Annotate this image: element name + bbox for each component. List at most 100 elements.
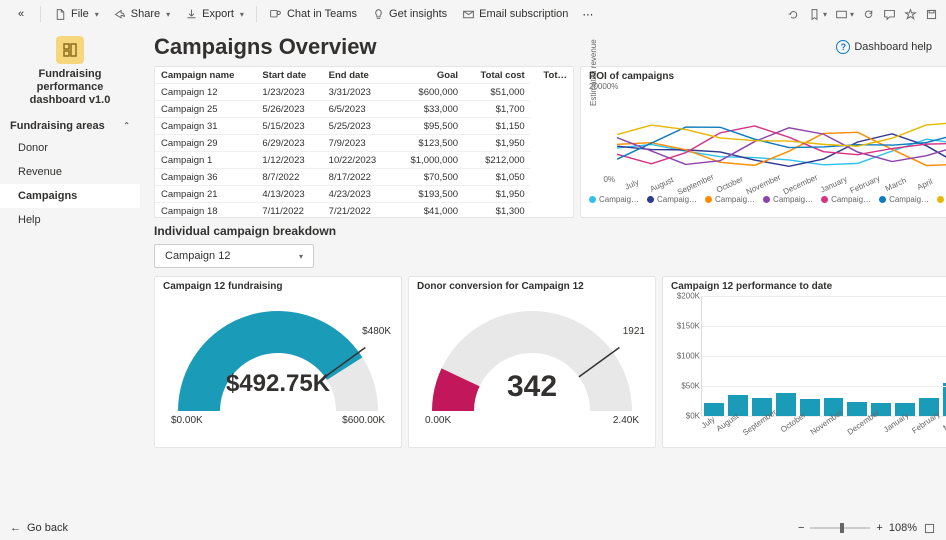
bar-ytick: $150K: [672, 322, 700, 331]
roi-ytick: 0%: [589, 175, 615, 184]
gauge1-max: $600.00K: [342, 415, 385, 426]
bar-ytick: $200K: [672, 292, 700, 301]
table-row[interactable]: Campaign 11/12/202310/22/2023$1,000,000$…: [155, 152, 573, 169]
share-label: Share: [131, 8, 160, 20]
table-row[interactable]: Campaign 214/13/20234/23/2023$193,500$1,…: [155, 186, 573, 203]
table-row[interactable]: Campaign 315/15/20235/25/2023$95,500$1,1…: [155, 118, 573, 135]
bulb-icon: [371, 7, 385, 21]
help-icon: ?: [836, 40, 850, 54]
campaigns-table-card: Campaign nameStart dateEnd dateGoalTotal…: [154, 66, 574, 218]
email-subscription-button[interactable]: Email subscription: [455, 4, 574, 24]
mail-icon: [461, 7, 475, 21]
campaign-select[interactable]: Campaign 12 ▾: [154, 244, 314, 268]
bookmark-icon: [808, 8, 821, 21]
arrow-left-icon: ←: [10, 522, 21, 534]
campaigns-table[interactable]: Campaign nameStart dateEnd dateGoalTotal…: [155, 67, 573, 218]
share-icon: [113, 7, 127, 21]
chevron-up-icon: ⌃: [123, 121, 130, 130]
sidebar: Fundraising performance dashboard v1.0 F…: [0, 28, 140, 516]
chevron-down-icon: ▾: [299, 252, 303, 261]
breakdown-title: Individual campaign breakdown: [154, 224, 932, 238]
bar-ytick: $50K: [672, 382, 700, 391]
bar[interactable]: [847, 402, 867, 416]
export-menu[interactable]: Export▾: [178, 4, 250, 24]
bar[interactable]: [776, 393, 796, 416]
nav-item-help[interactable]: Help: [0, 208, 140, 232]
chat-teams-button[interactable]: Chat in Teams: [263, 4, 363, 24]
top-toolbar: « File▾ Share▾ Export▾ Chat in Teams Get…: [0, 0, 946, 28]
nav-item-donor[interactable]: Donor: [0, 136, 140, 160]
go-back-label: Go back: [27, 522, 68, 534]
file-menu[interactable]: File▾: [47, 4, 105, 24]
fit-page-icon[interactable]: [923, 522, 936, 535]
zoom-out-button[interactable]: −: [798, 522, 804, 534]
table-row[interactable]: Campaign 255/26/20236/5/2023$33,000$1,70…: [155, 101, 573, 118]
bar[interactable]: [704, 403, 724, 416]
view-icon: [835, 8, 848, 21]
collapse-nav-button[interactable]: «: [8, 4, 34, 24]
nav-item-campaigns[interactable]: Campaigns: [0, 184, 140, 208]
table-row[interactable]: Campaign 296/29/20237/9/2023$123,500$1,9…: [155, 135, 573, 152]
reset-icon[interactable]: [787, 8, 800, 21]
table-header[interactable]: Campaign name: [155, 67, 256, 84]
legend-item[interactable]: Campaig…: [937, 195, 946, 204]
table-header[interactable]: Start date: [256, 67, 322, 84]
file-icon: [53, 7, 67, 21]
table-row[interactable]: Campaign 121/23/20233/31/2023$600,000$51…: [155, 84, 573, 101]
legend-item[interactable]: Campaig…: [705, 195, 755, 204]
content-area: Campaigns Overview ? Dashboard help Camp…: [140, 28, 946, 516]
chat-label: Chat in Teams: [287, 8, 357, 20]
refresh-icon[interactable]: [862, 8, 875, 21]
app-title: Fundraising performance dashboard v1.0: [0, 68, 140, 108]
table-row[interactable]: Campaign 187/11/20227/21/2022$41,000$1,3…: [155, 203, 573, 219]
legend-item[interactable]: Campaig…: [879, 195, 929, 204]
bars-title: Campaign 12 performance to date: [671, 281, 946, 292]
comment-icon[interactable]: [883, 8, 896, 21]
star-icon[interactable]: [904, 8, 917, 21]
legend-item[interactable]: Campaig…: [589, 195, 639, 204]
bottom-bar: ← Go back − + 108%: [0, 516, 946, 540]
gauge1-value: $492.75K: [163, 370, 393, 398]
roi-ytick: 20000%: [589, 82, 615, 91]
table-row[interactable]: Campaign 368/7/20228/17/2022$70,500$1,05…: [155, 169, 573, 186]
legend-item[interactable]: Campaig…: [763, 195, 813, 204]
table-header[interactable]: End date: [323, 67, 394, 84]
view-menu[interactable]: ▾: [835, 8, 854, 21]
table-header[interactable]: Total cost: [464, 67, 531, 84]
export-label: Export: [202, 8, 234, 20]
nav-group-fundraising[interactable]: Fundraising areas ⌃: [0, 112, 140, 136]
legend-item[interactable]: Campaig…: [647, 195, 697, 204]
gauge2-target: 1921: [623, 326, 645, 337]
gauge2-max: 2.40K: [613, 415, 639, 426]
bar-ytick: $0K: [672, 412, 700, 421]
page-title: Campaigns Overview: [154, 34, 377, 60]
roi-title: ROI of campaigns: [589, 71, 946, 82]
saved-icon[interactable]: [925, 8, 938, 21]
roi-chart-card: ROI of campaigns Estimated revenue 20000…: [580, 66, 946, 218]
zoom-value: 108%: [889, 522, 917, 534]
share-menu[interactable]: Share▾: [107, 4, 176, 24]
donor-gauge[interactable]: 1921 342 0.00K 2.40K: [417, 296, 647, 426]
export-icon: [184, 7, 198, 21]
performance-bar-chart[interactable]: $200K$150K$100K$50K$0K: [701, 296, 946, 416]
fundraising-gauge[interactable]: $480K $492.75K $0.00K $600.00K: [163, 296, 393, 426]
gauge2-title: Donor conversion for Campaign 12: [417, 281, 647, 292]
gauge1-min: $0.00K: [171, 415, 203, 426]
more-menu[interactable]: ⋯: [576, 5, 599, 24]
dashboard-help-link[interactable]: ? Dashboard help: [836, 40, 932, 54]
app-logo-icon: [56, 36, 84, 64]
email-label: Email subscription: [479, 8, 568, 20]
legend-item[interactable]: Campaig…: [821, 195, 871, 204]
zoom-slider[interactable]: [810, 527, 870, 529]
zoom-in-button[interactable]: +: [876, 522, 882, 534]
help-label: Dashboard help: [854, 41, 932, 53]
table-header[interactable]: Tot…: [531, 67, 573, 84]
bookmark-menu[interactable]: ▾: [808, 8, 827, 21]
insights-button[interactable]: Get insights: [365, 4, 453, 24]
nav-item-revenue[interactable]: Revenue: [0, 160, 140, 184]
nav-group-label: Fundraising areas: [10, 120, 105, 132]
go-back-button[interactable]: ← Go back: [10, 522, 68, 534]
table-header[interactable]: Goal: [393, 67, 464, 84]
roi-chart[interactable]: 20000% 0%: [617, 86, 946, 180]
bar[interactable]: [728, 395, 748, 416]
